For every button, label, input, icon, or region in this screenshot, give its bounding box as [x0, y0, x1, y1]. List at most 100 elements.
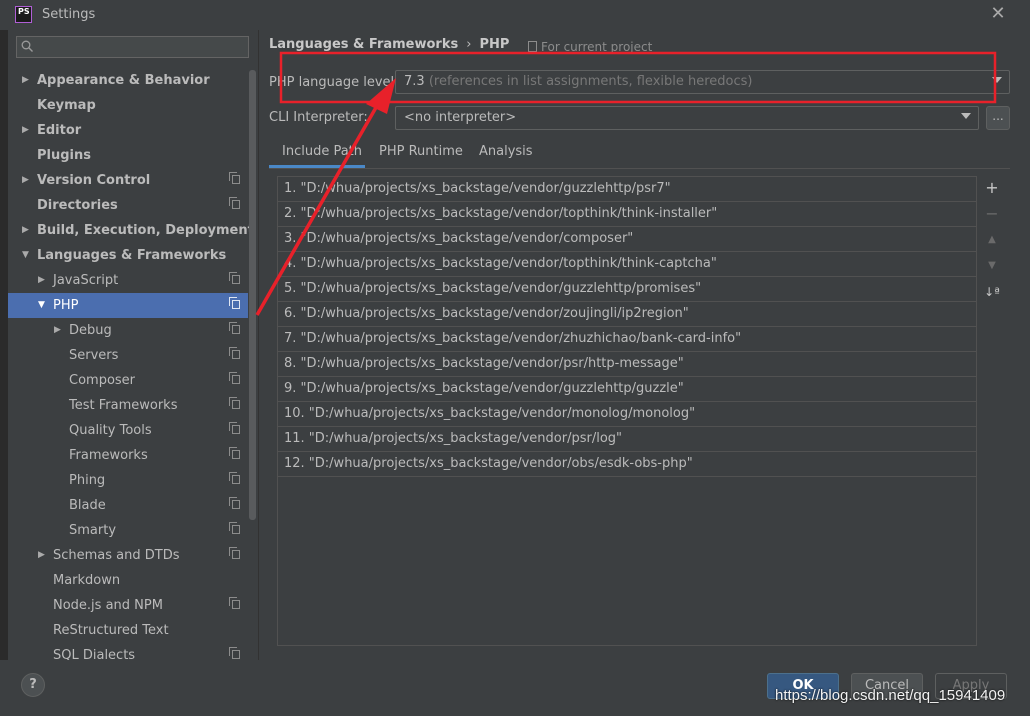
sidebar-item-label: Languages & Frameworks	[37, 248, 227, 263]
move-down-icon[interactable]: ▼	[982, 256, 1002, 276]
for-project-label: For current project	[541, 40, 653, 54]
sidebar-item-label: Plugins	[37, 148, 91, 163]
sidebar-item-label: Blade	[69, 498, 106, 513]
list-item[interactable]: 6. "D:/whua/projects/xs_backstage/vendor…	[278, 302, 976, 327]
project-scope-icon	[528, 41, 537, 52]
sidebar-item-schemas-and-dtds[interactable]: ▶ Schemas and DTDs	[8, 543, 248, 568]
sidebar-item-label: Smarty	[69, 523, 117, 538]
sidebar-item-label: Composer	[69, 373, 136, 388]
window-title: Settings	[42, 7, 96, 22]
php-language-level-select[interactable]: 7.3 (references in list assignments, fle…	[395, 70, 1010, 94]
list-item[interactable]: 12. "D:/whua/projects/xs_backstage/vendo…	[278, 452, 976, 477]
remove-path-icon[interactable]: −	[982, 204, 1002, 224]
project-level-icon	[229, 172, 240, 184]
expand-down-icon[interactable]: ▼	[38, 293, 50, 318]
sidebar-item-label: Directories	[37, 198, 118, 213]
project-level-icon	[229, 447, 240, 459]
title-bar: PS Settings ✕	[0, 0, 1030, 30]
breadcrumb-item-languages[interactable]: Languages & Frameworks	[269, 37, 458, 52]
tab-analysis[interactable]: Analysis	[479, 140, 533, 168]
help-button[interactable]: ?	[21, 673, 45, 697]
settings-content: Languages & Frameworks › PHP For current p…	[258, 30, 1018, 660]
expand-right-icon[interactable]: ▶	[22, 218, 34, 243]
for-current-project-note: For current project	[528, 40, 652, 54]
sidebar-item-quality-tools[interactable]: Quality Tools	[8, 418, 248, 443]
project-level-icon	[229, 497, 240, 509]
cli-interpreter-more-button[interactable]: ...	[986, 106, 1010, 130]
expand-right-icon[interactable]: ▶	[22, 168, 34, 193]
list-item[interactable]: 10. "D:/whua/projects/xs_backstage/vendo…	[278, 402, 976, 427]
project-level-icon	[229, 647, 240, 659]
sidebar-item-label: Editor	[37, 123, 82, 138]
tab-include-path[interactable]: Include Path	[269, 140, 365, 168]
sidebar-item-markdown[interactable]: Markdown	[8, 568, 248, 593]
watermark: https://blog.csdn.net/qq_15941409	[775, 687, 1006, 704]
project-level-icon	[229, 422, 240, 434]
sidebar-item-label: Markdown	[53, 573, 121, 588]
settings-sidebar: ▶ Appearance & Behavior Keymap ▶ Editor Plugi…	[8, 30, 259, 663]
list-item[interactable]: 8. "D:/whua/projects/xs_backstage/vendor…	[278, 352, 976, 377]
expand-right-icon[interactable]: ▶	[38, 268, 50, 293]
settings-tree: ▶ Appearance & Behavior Keymap ▶ Editor Plugi…	[8, 68, 254, 668]
sidebar-item-appearance-behavior[interactable]: ▶ Appearance & Behavior	[8, 68, 248, 93]
sidebar-item-frameworks[interactable]: Frameworks	[8, 443, 248, 468]
sidebar-item-directories[interactable]: Directories	[8, 193, 248, 218]
settings-search[interactable]	[16, 36, 249, 59]
php-language-level-label: PHP language level:	[269, 75, 399, 90]
sidebar-item-label: Test Frameworks	[69, 398, 178, 413]
sidebar-item-label: PHP	[53, 298, 79, 313]
sidebar-item-test-frameworks[interactable]: Test Frameworks	[8, 393, 248, 418]
expand-right-icon[interactable]: ▶	[22, 68, 34, 93]
sidebar-item-phing[interactable]: Phing	[8, 468, 248, 493]
search-input[interactable]	[37, 37, 241, 59]
project-level-icon	[229, 547, 240, 559]
expand-down-icon[interactable]: ▼	[22, 243, 34, 268]
sidebar-item-blade[interactable]: Blade	[8, 493, 248, 518]
sidebar-item-keymap[interactable]: Keymap	[8, 93, 248, 118]
sidebar-item-label: Phing	[69, 473, 106, 488]
sidebar-item-label: Servers	[69, 348, 119, 363]
sidebar-item-servers[interactable]: Servers	[8, 343, 248, 368]
sidebar-item-node-js-and-npm[interactable]: Node.js and NPM	[8, 593, 248, 618]
cli-interpreter-select[interactable]: <no interpreter>	[395, 106, 979, 130]
expand-right-icon[interactable]: ▶	[22, 118, 34, 143]
move-up-icon[interactable]: ▲	[982, 230, 1002, 250]
list-item[interactable]: 11. "D:/whua/projects/xs_backstage/vendo…	[278, 427, 976, 452]
tab-php-runtime[interactable]: PHP Runtime	[379, 140, 463, 168]
sidebar-item-javascript[interactable]: ▶ JavaScript	[8, 268, 248, 293]
search-icon	[21, 40, 35, 54]
phpstorm-logo-icon: PS	[15, 6, 32, 23]
list-item[interactable]: 5. "D:/whua/projects/xs_backstage/vendor…	[278, 277, 976, 302]
list-item[interactable]: 1. "D:/whua/projects/xs_backstage/vendor…	[278, 177, 976, 202]
chevron-down-icon	[961, 113, 971, 119]
sidebar-item-version-control[interactable]: ▶ Version Control	[8, 168, 248, 193]
list-item[interactable]: 9. "D:/whua/projects/xs_backstage/vendor…	[278, 377, 976, 402]
include-path-list[interactable]: 1. "D:/whua/projects/xs_backstage/vendor…	[277, 176, 977, 646]
sidebar-item-plugins[interactable]: Plugins	[8, 143, 248, 168]
sidebar-scrollbar[interactable]	[249, 70, 256, 520]
sidebar-item-debug[interactable]: ▶ Debug	[8, 318, 248, 343]
close-icon[interactable]: ✕	[988, 3, 1008, 25]
sidebar-item-php[interactable]: ▼ PHP	[8, 293, 248, 318]
sidebar-item-languages-frameworks[interactable]: ▼ Languages & Frameworks	[8, 243, 248, 268]
sidebar-item-label: Quality Tools	[69, 423, 152, 438]
project-level-icon	[229, 597, 240, 609]
breadcrumb-separator: ›	[466, 37, 472, 52]
sidebar-item-label: JavaScript	[53, 273, 119, 288]
cli-interpreter-value: <no interpreter>	[404, 110, 517, 125]
sidebar-item-smarty[interactable]: Smarty	[8, 518, 248, 543]
list-item[interactable]: 3. "D:/whua/projects/xs_backstage/vendor…	[278, 227, 976, 252]
add-path-icon[interactable]: +	[982, 178, 1002, 198]
list-item[interactable]: 7. "D:/whua/projects/xs_backstage/vendor…	[278, 327, 976, 352]
sidebar-item-composer[interactable]: Composer	[8, 368, 248, 393]
sort-icon[interactable]: ↓ª	[982, 282, 1002, 302]
sidebar-item-build-execution-deployment[interactable]: ▶ Build, Execution, Deployment	[8, 218, 254, 243]
list-item[interactable]: 2. "D:/whua/projects/xs_backstage/vendor…	[278, 202, 976, 227]
expand-right-icon[interactable]: ▶	[54, 318, 66, 343]
list-item[interactable]: 4. "D:/whua/projects/xs_backstage/vendor…	[278, 252, 976, 277]
project-level-icon	[229, 372, 240, 384]
sidebar-item-restructured-text[interactable]: ReStructured Text	[8, 618, 248, 643]
expand-right-icon[interactable]: ▶	[38, 543, 50, 568]
editor-edge	[0, 30, 8, 716]
sidebar-item-editor[interactable]: ▶ Editor	[8, 118, 248, 143]
